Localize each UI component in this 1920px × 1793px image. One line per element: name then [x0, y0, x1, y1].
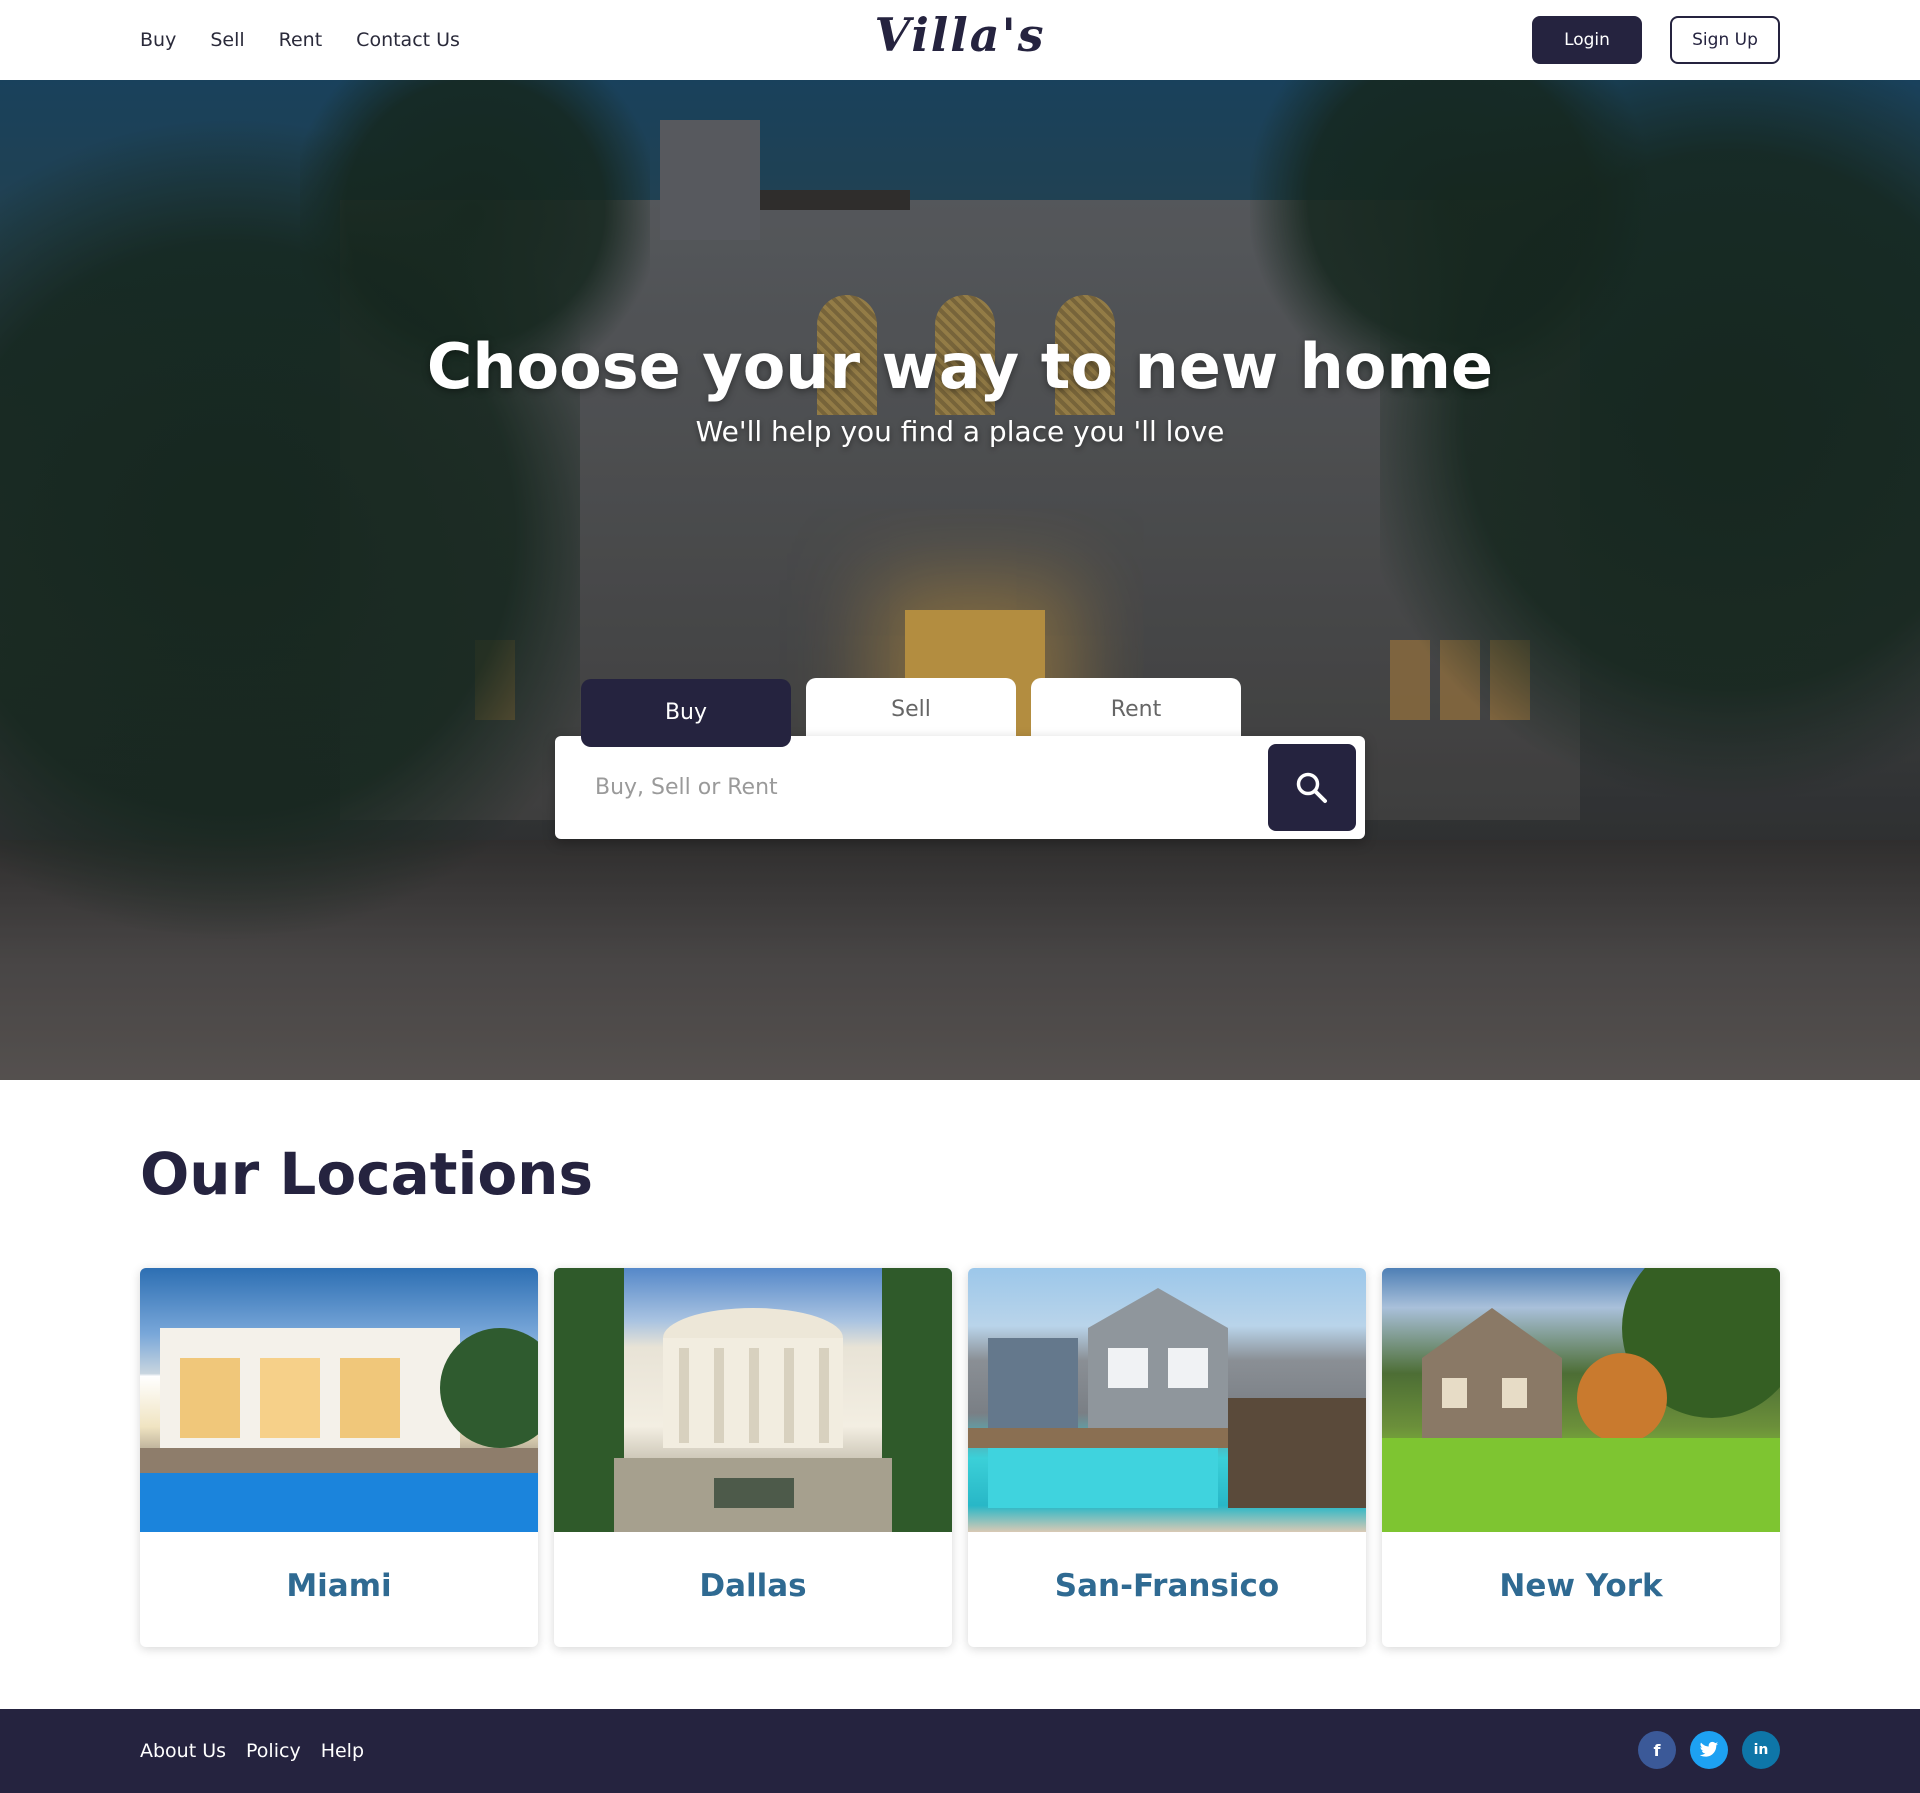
- location-photo-dallas: [554, 1268, 952, 1532]
- search-input[interactable]: [595, 762, 1275, 812]
- tab-sell[interactable]: Sell: [806, 678, 1016, 736]
- main-nav: Buy Sell Rent Contact Us: [140, 0, 460, 80]
- nav-sell[interactable]: Sell: [210, 29, 244, 51]
- twitter-icon[interactable]: [1690, 1731, 1728, 1769]
- location-name-miami: Miami: [286, 1568, 392, 1604]
- site-footer: About Us Policy Help f in: [0, 1709, 1920, 1793]
- hero-overlay: [0, 80, 1920, 1080]
- sf-house-art: [968, 1288, 1366, 1508]
- location-name-san-fransico: San-Fransico: [1054, 1568, 1280, 1604]
- locations-title: Our Locations: [140, 1140, 593, 1208]
- nav-rent[interactable]: Rent: [279, 29, 323, 51]
- search-box: [555, 736, 1365, 839]
- location-name-dallas: Dallas: [699, 1568, 807, 1604]
- footer-about-us[interactable]: About Us: [140, 1740, 226, 1762]
- nav-buy[interactable]: Buy: [140, 29, 176, 51]
- location-card-miami[interactable]: Miami: [140, 1268, 538, 1647]
- ny-house-art: [1382, 1268, 1780, 1532]
- signup-button[interactable]: Sign Up: [1670, 16, 1780, 64]
- facebook-icon[interactable]: f: [1638, 1731, 1676, 1769]
- location-photo-new-york: [1382, 1268, 1780, 1532]
- miami-house-art: [140, 1328, 538, 1532]
- twitter-bird-glyph: [1699, 1741, 1719, 1757]
- tab-rent[interactable]: Rent: [1031, 678, 1241, 736]
- location-card-dallas[interactable]: Dallas: [554, 1268, 952, 1647]
- location-card-new-york[interactable]: New York: [1382, 1268, 1780, 1647]
- footer-policy[interactable]: Policy: [246, 1740, 301, 1762]
- nav-contact-us[interactable]: Contact Us: [356, 29, 460, 51]
- login-button[interactable]: Login: [1532, 16, 1642, 64]
- location-photo-san-fransico: [968, 1268, 1366, 1532]
- footer-links: About Us Policy Help: [140, 1709, 364, 1793]
- site-logo[interactable]: Villa's: [874, 8, 1045, 62]
- location-name-new-york: New York: [1499, 1568, 1663, 1604]
- linkedin-icon[interactable]: in: [1742, 1731, 1780, 1769]
- footer-help[interactable]: Help: [321, 1740, 364, 1762]
- hero-section: Choose your way to new home We'll help y…: [0, 80, 1920, 1080]
- location-card-san-fransico[interactable]: San-Fransico: [968, 1268, 1366, 1647]
- search-button[interactable]: [1268, 744, 1356, 831]
- location-photo-miami: [140, 1268, 538, 1532]
- search-icon: [1296, 772, 1327, 803]
- hero-subtitle: We'll help you find a place you 'll love: [695, 415, 1225, 448]
- hero-title: Choose your way to new home: [426, 330, 1494, 403]
- site-header: Buy Sell Rent Contact Us Villa's Login S…: [0, 0, 1920, 80]
- dallas-house-art: [554, 1268, 952, 1532]
- tab-buy[interactable]: Buy: [581, 679, 791, 747]
